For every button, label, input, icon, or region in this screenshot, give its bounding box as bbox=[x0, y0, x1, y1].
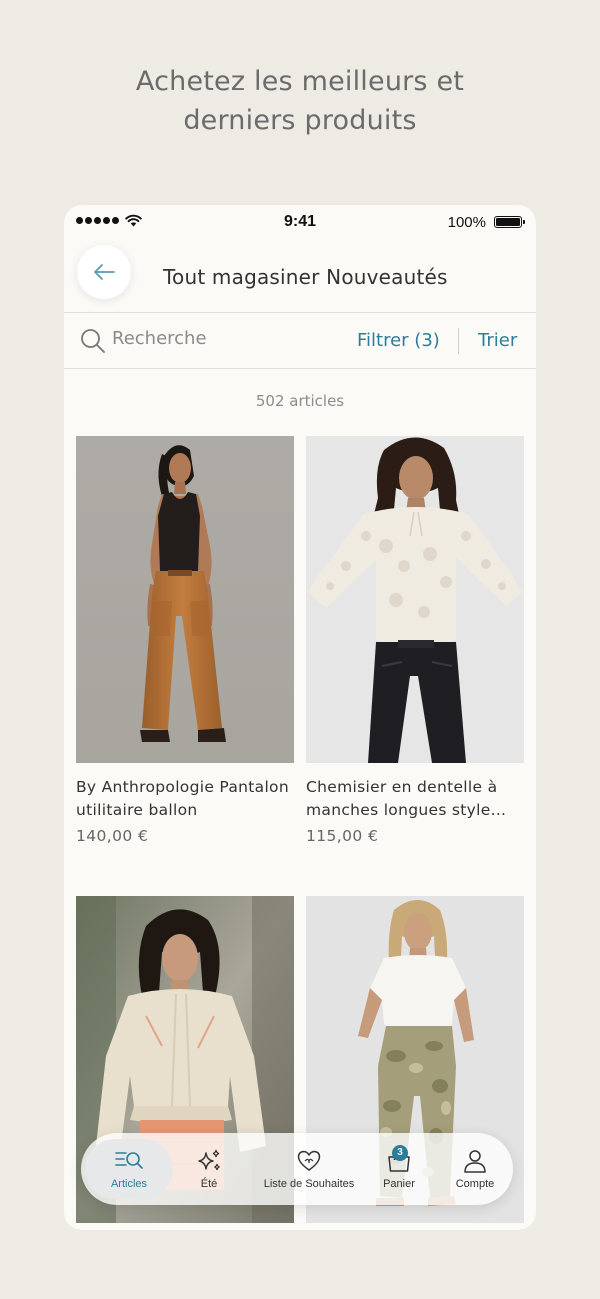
search-filter-bar: Filtrer (3) Trier bbox=[64, 313, 536, 369]
filter-button[interactable]: Filtrer (3) bbox=[357, 330, 440, 351]
sort-button[interactable]: Trier bbox=[478, 330, 517, 351]
battery-percentage: 100% bbox=[447, 214, 486, 231]
divider bbox=[458, 328, 459, 354]
sparkles-icon bbox=[198, 1149, 220, 1171]
phone-screen: 9:41 100% Tout magasiner Nouveautés Filt… bbox=[64, 205, 536, 1230]
product-price: 140,00 € bbox=[76, 827, 149, 845]
tab-articles[interactable]: Articles bbox=[85, 1133, 173, 1205]
articles-search-icon bbox=[115, 1152, 143, 1169]
product-card[interactable]: By Anthropologie Pantalon utilitaire bal… bbox=[76, 436, 294, 845]
page-title: Tout magasiner Nouveautés bbox=[163, 265, 448, 289]
product-card[interactable]: Chemisier en dentelle à manches longues … bbox=[306, 436, 524, 845]
arrow-left-icon bbox=[94, 264, 115, 280]
search-input[interactable] bbox=[112, 328, 272, 349]
tab-label: Articles bbox=[110, 1178, 148, 1190]
product-name[interactable]: Chemisier en dentelle à manches longues … bbox=[306, 776, 524, 822]
product-price: 115,00 € bbox=[306, 827, 379, 845]
tab-cart[interactable]: 3 Panier bbox=[371, 1133, 427, 1205]
tab-label: Compte bbox=[455, 1178, 495, 1190]
cart-count-badge: 3 bbox=[392, 1145, 408, 1161]
product-image-lace-blouse[interactable] bbox=[306, 436, 524, 763]
search-icon bbox=[81, 329, 105, 353]
tab-ete[interactable]: Été bbox=[181, 1133, 237, 1205]
product-name[interactable]: By Anthropologie Pantalon utilitaire bal… bbox=[76, 776, 294, 822]
tab-wishlist[interactable]: Liste de Souhaites bbox=[257, 1133, 361, 1205]
status-bar: 9:41 100% bbox=[64, 205, 536, 239]
result-count: 502 articles bbox=[255, 392, 345, 410]
headline-line-2: derniers produits bbox=[183, 105, 417, 136]
back-button[interactable] bbox=[77, 245, 131, 299]
person-icon bbox=[464, 1150, 486, 1173]
navigation-bar: Tout magasiner Nouveautés bbox=[64, 239, 536, 313]
tab-label: Panier bbox=[383, 1178, 415, 1190]
headline-line-1: Achetez les meilleurs et bbox=[135, 66, 465, 97]
tab-label: Été bbox=[200, 1178, 218, 1190]
product-image-utility-pants[interactable] bbox=[76, 436, 294, 763]
tab-account[interactable]: Compte bbox=[441, 1133, 509, 1205]
tab-label: Liste de Souhaites bbox=[263, 1178, 355, 1190]
promo-headline: Achetez les meilleurs et derniers produi… bbox=[0, 62, 600, 140]
battery-icon bbox=[494, 216, 525, 228]
heart-icon bbox=[297, 1150, 321, 1171]
bottom-tab-bar: Articles Été Liste de Souhaites 3 Panier bbox=[81, 1133, 513, 1205]
